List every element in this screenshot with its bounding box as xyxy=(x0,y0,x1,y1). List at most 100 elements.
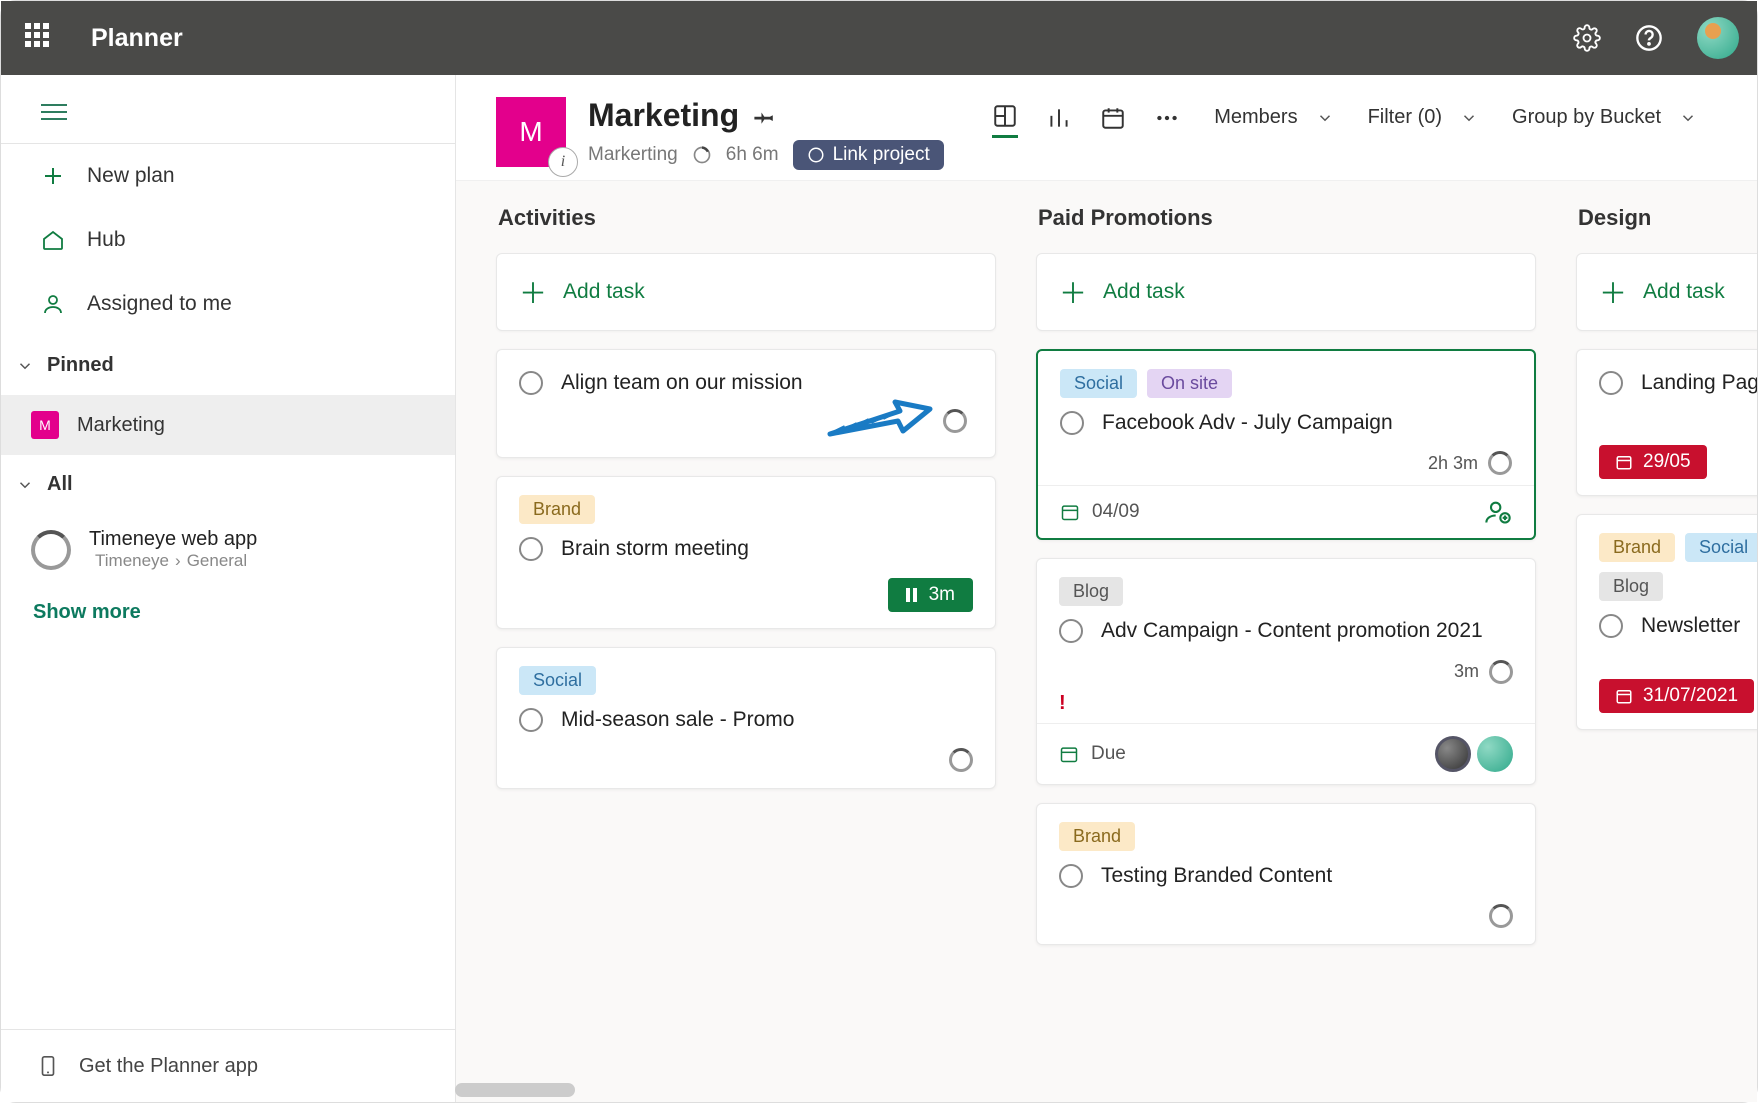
bucket-title[interactable]: Paid Promotions xyxy=(1036,201,1536,235)
task-card[interactable]: Landing Page meeti 29/05 xyxy=(1576,349,1757,496)
tag-social: Social xyxy=(519,666,596,695)
section-label: Pinned xyxy=(47,354,114,377)
complete-checkbox[interactable] xyxy=(1599,614,1623,638)
plan-subtitle: Markerting xyxy=(588,144,678,166)
calendar-icon xyxy=(1615,687,1633,705)
nav-label: Assigned to me xyxy=(87,292,232,316)
task-card[interactable]: Align team on our mission xyxy=(496,349,996,458)
nav-hub[interactable]: Hub xyxy=(1,208,455,272)
board-view-tab[interactable] xyxy=(992,97,1018,138)
task-card[interactable]: Social On site Facebook Adv - July Campa… xyxy=(1036,349,1536,540)
view-tabs xyxy=(992,97,1180,138)
app-title: Planner xyxy=(91,24,183,53)
tag-brand: Brand xyxy=(1599,533,1675,562)
chevron-down-icon xyxy=(1679,109,1697,127)
link-project-button[interactable]: Link project xyxy=(793,140,944,170)
tag-brand: Brand xyxy=(519,495,595,524)
sidebar: New plan Hub Assigned to me Pinned M Mar… xyxy=(1,75,456,1102)
section-all[interactable]: All xyxy=(1,455,455,514)
calendar-icon xyxy=(1059,744,1079,764)
nav-label: New plan xyxy=(87,164,175,188)
pin-icon[interactable] xyxy=(753,104,777,128)
task-card[interactable]: Brand Brain storm meeting 3m xyxy=(496,476,996,628)
task-card[interactable]: Social Mid-season sale - Promo xyxy=(496,647,996,789)
overdue-badge: 31/07/2021 xyxy=(1599,679,1754,713)
time-icon xyxy=(692,145,712,165)
assign-icon[interactable] xyxy=(1484,498,1512,526)
complete-checkbox[interactable] xyxy=(519,537,543,561)
task-card[interactable]: Brand Social Blog Newsletter 31/07/2021 xyxy=(1576,514,1757,729)
plus-icon: ＋ xyxy=(1599,272,1627,312)
add-task-button[interactable]: ＋Add task xyxy=(496,253,996,331)
task-title: Facebook Adv - July Campaign xyxy=(1102,408,1393,437)
add-task-button[interactable]: ＋Add task xyxy=(1036,253,1536,331)
schedule-view-tab[interactable] xyxy=(1100,99,1126,137)
task-time: 3m xyxy=(1454,661,1479,682)
assignee-avatars[interactable] xyxy=(1435,736,1513,772)
user-avatar[interactable] xyxy=(1697,17,1739,59)
sidebar-item-marketing[interactable]: M Marketing xyxy=(1,395,455,455)
pinned-label: Marketing xyxy=(77,414,165,437)
complete-checkbox[interactable] xyxy=(1059,864,1083,888)
tag-social: Social xyxy=(1060,369,1137,398)
bucket-activities: Activities ＋Add task Align team on our m… xyxy=(496,201,996,1082)
nav-assigned[interactable]: Assigned to me xyxy=(1,272,455,336)
overdue-badge: 29/05 xyxy=(1599,445,1707,479)
complete-checkbox[interactable] xyxy=(1060,411,1084,435)
bucket-paid-promotions: Paid Promotions ＋Add task Social On site… xyxy=(1036,201,1536,1082)
members-dropdown[interactable]: Members xyxy=(1214,106,1333,129)
timer-badge[interactable]: 3m xyxy=(888,578,973,612)
section-pinned[interactable]: Pinned xyxy=(1,336,455,395)
section-label: All xyxy=(47,473,73,496)
task-title: Newsletter xyxy=(1641,611,1740,640)
settings-icon[interactable] xyxy=(1573,24,1601,52)
add-task-button[interactable]: ＋Add task xyxy=(1576,253,1757,331)
time-icon xyxy=(1488,451,1512,475)
due-date: 04/09 xyxy=(1060,501,1140,523)
tag-brand: Brand xyxy=(1059,822,1135,851)
info-icon[interactable]: i xyxy=(548,147,578,177)
task-card[interactable]: Brand Testing Branded Content xyxy=(1036,803,1536,945)
horizontal-scrollbar[interactable] xyxy=(455,1081,1135,1099)
complete-checkbox[interactable] xyxy=(1599,371,1623,395)
timeneye-sub: Timeneye›General xyxy=(89,551,257,571)
calendar-icon xyxy=(1615,453,1633,471)
tag-blog: Blog xyxy=(1059,577,1123,606)
complete-checkbox[interactable] xyxy=(519,708,543,732)
arrow-annotation xyxy=(825,399,967,443)
get-app-link[interactable]: Get the Planner app xyxy=(1,1029,455,1102)
plan-title: Marketing xyxy=(588,97,944,134)
plus-icon: ＋ xyxy=(519,272,547,312)
filter-dropdown[interactable]: Filter (0) xyxy=(1368,106,1478,129)
hamburger-icon[interactable] xyxy=(1,75,455,143)
task-card[interactable]: Blog Adv Campaign - Content promotion 20… xyxy=(1036,558,1536,784)
due-label: Due xyxy=(1059,743,1126,765)
complete-checkbox[interactable] xyxy=(1059,619,1083,643)
plan-header: M i Marketing Markerting 6h 6m Link proj… xyxy=(456,75,1757,181)
plan-icon: M i xyxy=(496,97,566,167)
time-icon xyxy=(1489,904,1513,928)
task-title: Align team on our mission xyxy=(561,368,803,397)
main: M i Marketing Markerting 6h 6m Link proj… xyxy=(456,75,1757,1102)
pause-icon xyxy=(906,588,917,602)
plus-icon: ＋ xyxy=(1059,272,1087,312)
chart-view-tab[interactable] xyxy=(1046,99,1072,137)
calendar-icon xyxy=(1060,502,1080,522)
tag-onsite: On site xyxy=(1147,369,1232,398)
help-icon[interactable] xyxy=(1635,24,1663,52)
time-icon xyxy=(1489,660,1513,684)
bucket-title[interactable]: Design xyxy=(1576,201,1757,235)
bucket-title[interactable]: Activities xyxy=(496,201,996,235)
nav-label: Hub xyxy=(87,228,126,252)
nav-new-plan[interactable]: New plan xyxy=(1,144,455,208)
more-icon[interactable] xyxy=(1154,99,1180,137)
app-launcher-icon[interactable] xyxy=(25,23,55,53)
tag-blog: Blog xyxy=(1599,572,1663,601)
group-dropdown[interactable]: Group by Bucket xyxy=(1512,106,1697,129)
show-more-link[interactable]: Show more xyxy=(1,585,455,640)
complete-checkbox[interactable] xyxy=(519,371,543,395)
sidebar-item-timeneye[interactable]: Timeneye web app Timeneye›General xyxy=(1,514,455,585)
board: Activities ＋Add task Align team on our m… xyxy=(456,181,1757,1102)
tag-social: Social xyxy=(1685,533,1757,562)
time-icon xyxy=(949,748,973,772)
